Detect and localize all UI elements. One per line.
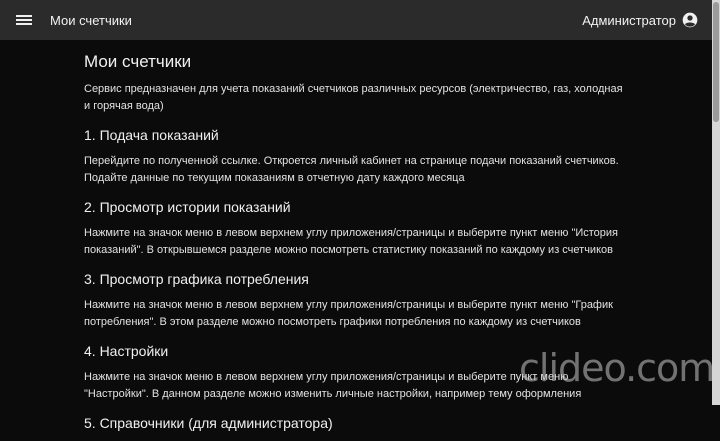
section-2-heading: 2. Просмотр истории показаний xyxy=(84,199,291,215)
scrollbar-thumb[interactable] xyxy=(713,2,719,122)
watermark-logo: clideo.com xyxy=(519,346,715,390)
section-1-heading: 1. Подача показаний xyxy=(84,127,219,143)
app-title: Мои счетчики xyxy=(50,12,132,28)
intro-text: Сервис предназначен для учета показаний … xyxy=(84,83,623,112)
user-label: Администратор xyxy=(582,12,676,28)
section-3-heading: 3. Просмотр графика потребления xyxy=(84,271,309,287)
page-title: Мои счетчики xyxy=(84,52,192,71)
user-menu-button[interactable]: Администратор xyxy=(582,12,698,28)
page-scrollbar[interactable] xyxy=(712,0,720,405)
section-3-text: Нажмите на значок меню в левом верхнем у… xyxy=(84,299,613,328)
section-1-text: Перейдите по полученной ссылке. Откроетс… xyxy=(84,155,619,184)
section-5-heading: 5. Справочники (для администратора) xyxy=(84,415,333,431)
app-bar: Мои счетчики Администратор xyxy=(0,0,712,40)
account-circle-icon xyxy=(682,12,698,28)
section-2-text: Нажмите на значок меню в левом верхнем у… xyxy=(84,227,619,256)
hamburger-menu-icon[interactable] xyxy=(16,13,32,27)
